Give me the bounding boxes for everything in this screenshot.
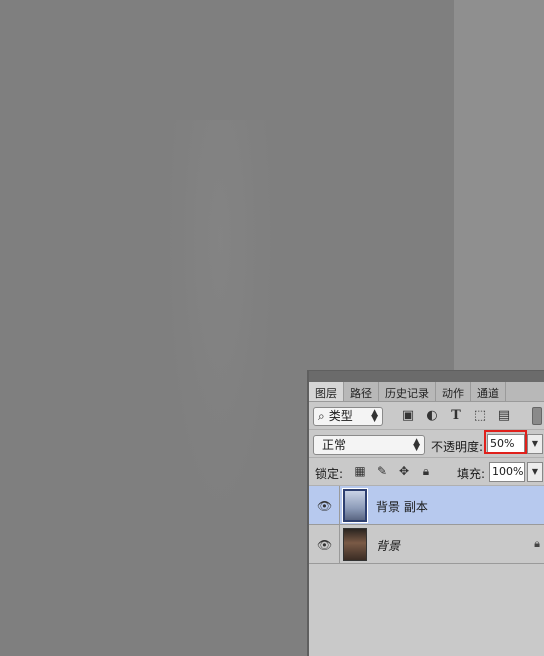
lock-image-pixels-brush-icon[interactable]: ✎	[375, 464, 389, 478]
opacity-dropdown-button[interactable]: ▼	[527, 434, 543, 454]
adjustment-filter-icon[interactable]: ◐	[425, 408, 439, 423]
workspace-background	[454, 0, 544, 370]
divider	[339, 525, 340, 564]
updown-arrows-icon: ▲ ▼	[413, 437, 420, 453]
opacity-highlight-box	[484, 430, 527, 454]
layer-filter-select[interactable]: ⌕ 类型 ▲ ▼	[313, 407, 383, 426]
lock-row: 锁定: ▦ ✎ ✥ 🔒︎ 填充: 100% ▼	[309, 458, 544, 486]
eye-icon[interactable]: 👁︎	[317, 538, 332, 552]
tab-paths[interactable]: 路径	[344, 382, 379, 401]
layer-row-background[interactable]: 👁︎ 背景 🔒︎	[309, 525, 544, 564]
opacity-label: 不透明度:	[431, 440, 484, 454]
layer-thumbnail[interactable]	[342, 488, 368, 523]
layer-thumbnail[interactable]	[343, 528, 367, 561]
lock-all-icon[interactable]: 🔒︎	[419, 464, 433, 478]
eye-icon[interactable]: 👁︎	[317, 499, 332, 513]
lock-position-move-icon[interactable]: ✥	[397, 464, 411, 478]
lock-icons: ▦ ✎ ✥ 🔒︎	[353, 464, 433, 479]
lock-icon: 🔒︎	[534, 537, 540, 550]
layer-name[interactable]: 背景	[376, 537, 400, 554]
type-filter-icon[interactable]: T	[449, 408, 463, 423]
blend-mode-select[interactable]: 正常 ▲ ▼	[313, 435, 425, 455]
layer-row-background-copy[interactable]: 👁︎ 背景 副本	[309, 486, 544, 525]
smart-object-filter-icon[interactable]: ▤	[497, 408, 511, 423]
blend-row: 正常 ▲ ▼ 不透明度: 50% ▼	[309, 430, 544, 458]
filter-row: ⌕ 类型 ▲ ▼ ▣ ◐ T ⬚ ▤	[309, 402, 544, 430]
panel-tabs: 图层 路径 历史记录 动作 通道	[309, 382, 544, 402]
filter-icons: ▣ ◐ T ⬚ ▤	[401, 408, 511, 423]
layer-name[interactable]: 背景 副本	[376, 498, 428, 515]
tab-history[interactable]: 历史记录	[379, 382, 436, 401]
fill-dropdown-button[interactable]: ▼	[527, 462, 543, 482]
image-filter-icon[interactable]: ▣	[401, 408, 415, 423]
lock-transparent-pixels-icon[interactable]: ▦	[353, 464, 367, 478]
updown-arrows-icon: ▲ ▼	[371, 408, 378, 424]
divider	[339, 486, 340, 525]
tab-layers[interactable]: 图层	[309, 382, 344, 401]
canvas-image-figure	[165, 120, 275, 520]
blend-mode-value: 正常	[322, 438, 347, 452]
layers-panel: 图层 路径 历史记录 动作 通道 ⌕ 类型 ▲ ▼ ▣ ◐ T ⬚ ▤ 正常 ▲ ▼ …	[307, 370, 544, 656]
search-icon: ⌕	[318, 409, 325, 423]
shape-filter-icon[interactable]: ⬚	[473, 408, 487, 423]
filter-label: 类型	[328, 409, 353, 423]
panel-title-bar[interactable]	[309, 371, 544, 382]
tab-actions[interactable]: 动作	[436, 382, 471, 401]
tab-channels[interactable]: 通道	[471, 382, 506, 401]
fill-label: 填充:	[457, 467, 486, 481]
filter-toggle[interactable]	[532, 407, 542, 425]
fill-input[interactable]: 100%	[489, 462, 525, 482]
lock-label: 锁定:	[315, 467, 344, 481]
